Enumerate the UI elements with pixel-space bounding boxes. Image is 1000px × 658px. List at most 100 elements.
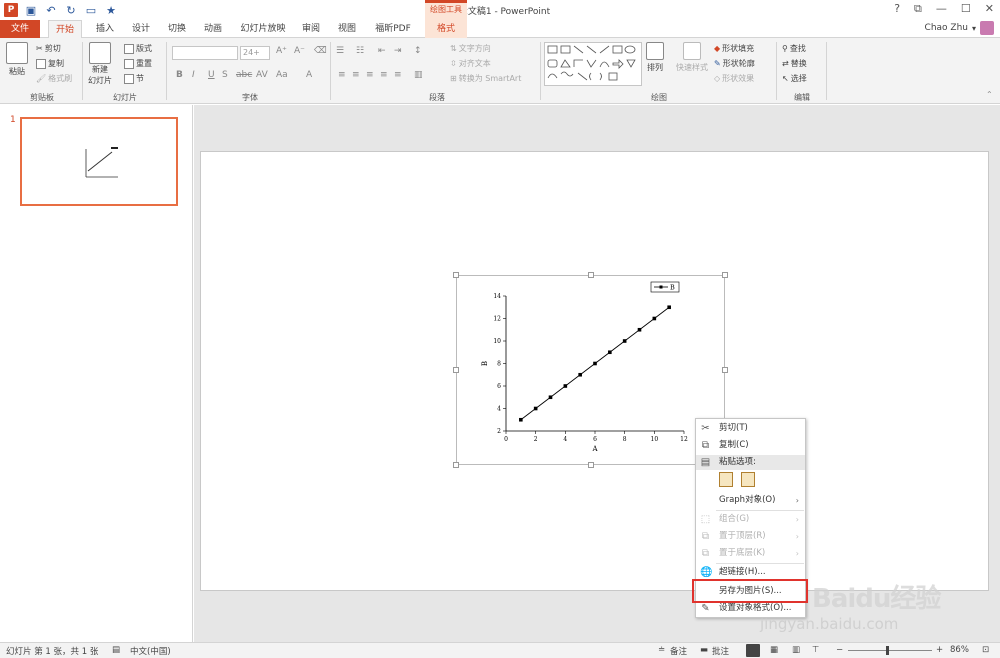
copy-button[interactable]: 复制 [36, 58, 64, 69]
menu-item-copy[interactable]: ⧉ 复制(C) [696, 438, 805, 453]
format-painter-button[interactable]: 🖌 格式刷 [36, 73, 72, 84]
zoom-out-icon[interactable]: − [836, 645, 843, 655]
powerpoint-logo-icon[interactable]: P [4, 3, 18, 17]
language-status[interactable]: 中文(中国) [130, 645, 171, 657]
slide-thumbnail[interactable] [20, 117, 178, 206]
shape-fill-button[interactable]: ◆ 形状填充 [714, 43, 754, 54]
present-icon[interactable]: ▭ [84, 3, 98, 17]
comments-button[interactable]: 批注 [712, 645, 729, 657]
font-color-icon[interactable]: A [306, 70, 312, 80]
customize-icon[interactable]: ★ [104, 3, 118, 17]
char-spacing-icon[interactable]: AV [256, 70, 268, 80]
arrange-button[interactable]: 排列 [646, 42, 664, 73]
close-icon[interactable]: ✕ [985, 2, 994, 16]
resize-handle-nw[interactable] [453, 272, 459, 278]
tab-home[interactable]: 开始 [48, 20, 82, 39]
grow-font-icon[interactable]: A⁺ [276, 46, 287, 56]
notes-button[interactable]: 备注 [670, 645, 687, 657]
decrease-indent-icon[interactable]: ⇤ [378, 46, 386, 56]
align-right-icon[interactable]: ≡ [366, 70, 374, 80]
font-size-input[interactable]: 24+ [240, 46, 270, 60]
menu-item-group[interactable]: ⬚ 组合(G) › [696, 512, 805, 527]
align-left-icon[interactable]: ≡ [338, 70, 346, 80]
redo-icon[interactable]: ↻ [64, 3, 78, 17]
tab-design[interactable]: 设计 [128, 20, 154, 38]
spell-check-icon[interactable]: ▤ [112, 645, 120, 655]
fit-slide-icon[interactable]: ⊡ [982, 645, 989, 655]
user-account[interactable]: Chao Zhu ▾ [925, 21, 994, 35]
section-button[interactable]: 节 [124, 73, 144, 84]
save-icon[interactable]: ▣ [24, 3, 38, 17]
reading-view-icon[interactable]: ▥ [792, 645, 800, 655]
text-direction-button[interactable]: ⇅ 文字方向 [450, 43, 491, 54]
ribbon-display-icon[interactable]: ⧉ [914, 2, 922, 16]
numbering-icon[interactable]: ☷ [356, 46, 364, 56]
tab-review[interactable]: 审阅 [298, 20, 324, 38]
tab-file[interactable]: 文件 [0, 20, 40, 38]
resize-handle-sw[interactable] [453, 462, 459, 468]
avatar[interactable] [980, 21, 994, 35]
font-name-input[interactable] [172, 46, 238, 60]
shapes-gallery[interactable] [544, 42, 642, 86]
justify-icon[interactable]: ≡ [380, 70, 388, 80]
tab-slideshow[interactable]: 幻灯片放映 [238, 20, 288, 38]
shape-effects-button[interactable]: ◇ 形状效果 [714, 73, 754, 84]
align-center-icon[interactable]: ≡ [352, 70, 360, 80]
minimize-icon[interactable]: — [936, 2, 947, 16]
tab-view[interactable]: 视图 [334, 20, 360, 38]
menu-item-cut[interactable]: ✂ 剪切(T) [696, 421, 805, 436]
find-button[interactable]: ⚲ 查找 [782, 43, 806, 54]
cut-button[interactable]: ✂ 剪切 [36, 43, 61, 54]
layout-button[interactable]: 版式 [124, 43, 152, 54]
maximize-icon[interactable]: ☐ [961, 2, 971, 16]
menu-item-format-object[interactable]: ✎ 设置对象格式(O)... [696, 601, 805, 616]
bold-icon[interactable]: B [176, 70, 183, 80]
convert-smartart-button[interactable]: ⊞ 转换为 SmartArt [450, 73, 521, 84]
resize-handle-s[interactable] [588, 462, 594, 468]
zoom-in-icon[interactable]: + [936, 645, 943, 655]
tab-format[interactable]: 格式 [425, 20, 467, 38]
paste-as-picture-icon[interactable] [741, 472, 755, 487]
distribute-icon[interactable]: ≡ [394, 70, 402, 80]
tab-insert[interactable]: 插入 [92, 20, 118, 38]
menu-item-bring-to-front[interactable]: ⧉ 置于顶层(R) › [696, 529, 805, 544]
help-icon[interactable]: ? [894, 2, 900, 16]
menu-item-graph-object[interactable]: Graph对象(O) › [696, 493, 805, 508]
slideshow-view-icon[interactable]: ⊤ [812, 645, 819, 655]
normal-view-icon[interactable] [746, 644, 760, 657]
shape-outline-button[interactable]: ✎ 形状轮廓 [714, 58, 755, 69]
tab-animations[interactable]: 动画 [200, 20, 226, 38]
increase-indent-icon[interactable]: ⇥ [394, 46, 402, 56]
resize-handle-w[interactable] [453, 367, 459, 373]
collapse-ribbon-icon[interactable]: ⌃ [986, 90, 993, 99]
resize-handle-ne[interactable] [722, 272, 728, 278]
italic-icon[interactable]: I [192, 70, 195, 80]
columns-icon[interactable]: ▥ [414, 70, 423, 80]
select-button[interactable]: ↖ 选择 [782, 73, 807, 84]
reset-button[interactable]: 重置 [124, 58, 152, 69]
underline-icon[interactable]: U [208, 70, 215, 80]
shadow-icon[interactable]: S [222, 70, 228, 80]
bullets-icon[interactable]: ☰ [336, 46, 344, 56]
change-case-icon[interactable]: Aa [276, 70, 288, 80]
replace-button[interactable]: ⇄ 替换 [782, 58, 807, 69]
new-slide-button[interactable]: 新建 幻灯片 [88, 42, 112, 86]
resize-handle-e[interactable] [722, 367, 728, 373]
line-spacing-icon[interactable]: ↕ [414, 46, 422, 56]
zoom-level[interactable]: 86% [950, 645, 969, 655]
menu-item-send-to-back[interactable]: ⧉ 置于底层(K) › [696, 546, 805, 561]
tab-transitions[interactable]: 切换 [164, 20, 190, 38]
slide-sorter-icon[interactable]: ▦ [770, 645, 778, 655]
resize-handle-n[interactable] [588, 272, 594, 278]
zoom-slider-thumb[interactable] [886, 646, 889, 655]
paste-keep-format-icon[interactable] [719, 472, 733, 487]
graph-object[interactable]: 0 2 4 6 8 10 12 2 4 6 8 10 12 14 A B B [456, 275, 725, 465]
menu-item-hyperlink[interactable]: 🌐 超链接(H)... [696, 565, 805, 580]
align-text-button[interactable]: ⇳ 对齐文本 [450, 58, 491, 69]
quick-styles-button[interactable]: 快速样式 [676, 42, 708, 73]
clear-format-icon[interactable]: ⌫ [314, 46, 327, 56]
strikethrough-icon[interactable]: abc [236, 70, 252, 80]
paste-button[interactable]: 粘贴 [6, 42, 28, 77]
shrink-font-icon[interactable]: A⁻ [294, 46, 305, 56]
undo-icon[interactable]: ↶ [44, 3, 58, 17]
